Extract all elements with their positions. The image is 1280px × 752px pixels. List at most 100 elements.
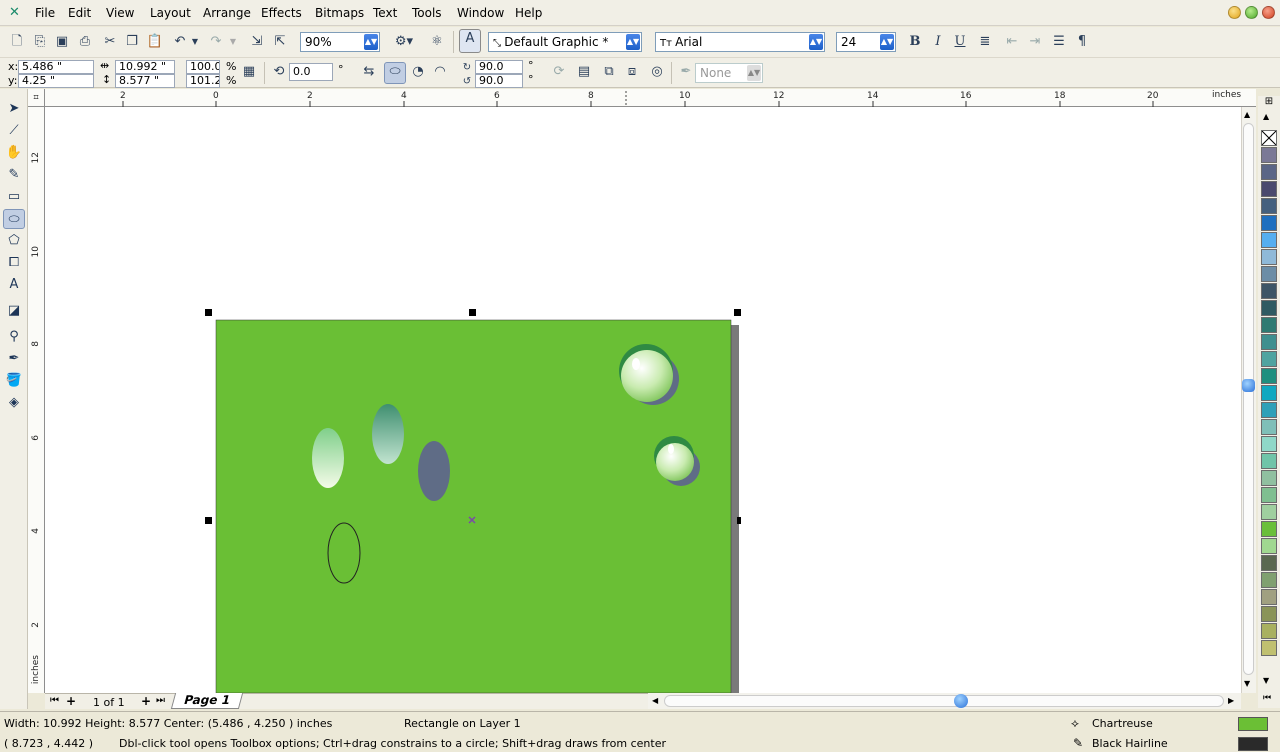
color-swatch[interactable]: [1261, 300, 1277, 316]
color-swatch[interactable]: [1261, 232, 1277, 248]
minimize-button[interactable]: [1228, 6, 1241, 19]
horizontal-scrollbar[interactable]: ◀ ▶: [648, 693, 1241, 709]
color-swatch[interactable]: [1261, 266, 1277, 282]
menu-window[interactable]: Window: [457, 5, 504, 21]
color-swatch[interactable]: [1261, 521, 1277, 537]
underline-button[interactable]: U: [951, 33, 969, 51]
color-swatch[interactable]: [1261, 198, 1277, 214]
chevron-down-icon[interactable]: ▲▼: [880, 34, 894, 50]
options-icon[interactable]: ⚛: [428, 33, 446, 51]
palette-options-icon[interactable]: ⊞: [1261, 96, 1277, 110]
menu-file[interactable]: File: [35, 5, 55, 21]
export-icon[interactable]: ⇱: [271, 33, 289, 51]
menu-view[interactable]: View: [106, 5, 134, 21]
text-tool-icon[interactable]: A: [3, 275, 25, 295]
ellipse-tool-icon[interactable]: ⬭: [3, 209, 25, 229]
close-button[interactable]: [1262, 6, 1275, 19]
palette-flyout-icon[interactable]: ⏮: [1263, 693, 1271, 703]
new-document-icon[interactable]: 🗋: [8, 33, 26, 51]
vertical-scrollbar[interactable]: ▲ ▼: [1241, 107, 1256, 693]
convert-to-curves-icon[interactable]: ◎: [648, 63, 666, 81]
y-position-field[interactable]: 4.25 ": [18, 74, 94, 88]
tab-page-1[interactable]: Page 1: [170, 693, 243, 709]
menu-bitmaps[interactable]: Bitmaps: [315, 5, 364, 21]
italic-button[interactable]: I: [929, 33, 947, 51]
drawing-canvas[interactable]: [45, 107, 1241, 693]
cut-icon[interactable]: ✂: [101, 33, 119, 51]
scale-y-field[interactable]: 101.2: [186, 74, 220, 88]
no-color-swatch[interactable]: [1261, 130, 1277, 146]
lock-ratio-icon[interactable]: ▦: [240, 63, 258, 81]
eyedropper-tool-icon[interactable]: ⚲: [3, 327, 25, 347]
polygon-tool-icon[interactable]: ⬠: [3, 231, 25, 251]
pick-tool-icon[interactable]: ➤: [3, 99, 25, 119]
color-swatch[interactable]: [1261, 555, 1277, 571]
color-swatch[interactable]: [1261, 283, 1277, 299]
paste-icon[interactable]: 📋: [146, 33, 164, 51]
color-swatch[interactable]: [1261, 351, 1277, 367]
menu-tools[interactable]: Tools: [412, 5, 442, 21]
graphic-style-icon[interactable]: A: [459, 29, 481, 53]
chevron-down-icon[interactable]: ▲▼: [809, 34, 823, 50]
open-icon[interactable]: ⎘: [31, 33, 49, 51]
color-swatch[interactable]: [1261, 606, 1277, 622]
color-swatch[interactable]: [1261, 436, 1277, 452]
color-swatch[interactable]: [1261, 504, 1277, 520]
menu-arrange[interactable]: Arrange: [203, 5, 251, 21]
undo-icon[interactable]: ↶: [171, 33, 189, 51]
teal-ellipse[interactable]: [372, 404, 404, 464]
vertical-ruler[interactable]: 12 10 8 6 4 2 inches: [28, 107, 45, 693]
end-angle-field[interactable]: 90.0: [475, 74, 523, 88]
rectangle-tool-icon[interactable]: ▭: [3, 187, 25, 207]
chevron-down-icon[interactable]: ▲▼: [364, 34, 378, 50]
text-align-icon[interactable]: ≣: [976, 33, 994, 51]
show-nonprinting-button[interactable]: ¶: [1073, 33, 1091, 51]
scroll-up-icon[interactable]: ▲: [1244, 110, 1250, 119]
color-swatch[interactable]: [1261, 147, 1277, 163]
scroll-down-icon[interactable]: ▼: [1244, 679, 1250, 688]
color-swatch[interactable]: [1261, 215, 1277, 231]
color-swatch[interactable]: [1261, 640, 1277, 656]
pan-tool-icon[interactable]: ✋: [3, 143, 25, 163]
menu-effects[interactable]: Effects: [261, 5, 302, 21]
app-logo-icon[interactable]: ✕: [7, 5, 22, 20]
first-page-icon[interactable]: ⏮: [50, 695, 59, 706]
color-swatch[interactable]: [1261, 249, 1277, 265]
bullet-list-icon[interactable]: ☰: [1050, 33, 1068, 51]
wrap-text-icon[interactable]: ▤: [575, 63, 593, 81]
interactive-shadow-tool-icon[interactable]: ◪: [3, 301, 25, 321]
color-swatch[interactable]: [1261, 538, 1277, 554]
menu-help[interactable]: Help: [515, 5, 542, 21]
menu-edit[interactable]: Edit: [68, 5, 91, 21]
shape-tool-icon[interactable]: ⟋: [3, 121, 25, 141]
color-swatch[interactable]: [1261, 470, 1277, 486]
scale-x-field[interactable]: 100.0: [186, 60, 220, 74]
color-swatch[interactable]: [1261, 164, 1277, 180]
light-green-ellipse[interactable]: [312, 428, 344, 488]
color-swatch[interactable]: [1261, 589, 1277, 605]
pie-mode-icon[interactable]: ◔: [409, 63, 427, 81]
freehand-tool-icon[interactable]: ✎: [3, 165, 25, 185]
rotation-field[interactable]: 0.0: [289, 63, 333, 81]
zoom-combo[interactable]: 90% ▲▼: [300, 32, 380, 52]
menu-text[interactable]: Text: [373, 5, 397, 21]
height-field[interactable]: 8.577 ": [115, 74, 175, 88]
copy-icon[interactable]: ❐: [123, 33, 141, 51]
to-front-icon[interactable]: ⧉: [600, 63, 618, 81]
scroll-left-icon[interactable]: ◀: [652, 696, 658, 705]
basic-shapes-tool-icon[interactable]: ⧠: [3, 253, 25, 273]
to-back-icon[interactable]: ⧈: [623, 63, 641, 81]
color-swatch[interactable]: [1261, 402, 1277, 418]
font-size-combo[interactable]: 24 ▲▼: [836, 32, 896, 52]
fill-color-swatch[interactable]: [1238, 717, 1268, 731]
color-swatch[interactable]: [1261, 181, 1277, 197]
scroll-track[interactable]: [1243, 123, 1254, 675]
start-angle-field[interactable]: 90.0: [475, 60, 523, 74]
color-swatch[interactable]: [1261, 487, 1277, 503]
add-page-before-icon[interactable]: +: [66, 694, 76, 708]
ruler-origin-icon[interactable]: ⌗: [28, 89, 45, 107]
scroll-right-icon[interactable]: ▶: [1228, 696, 1234, 705]
x-position-field[interactable]: 5.486 ": [18, 60, 94, 74]
palette-scroll-down-icon[interactable]: ▼: [1263, 676, 1269, 685]
print-icon[interactable]: ⎙: [76, 33, 94, 51]
